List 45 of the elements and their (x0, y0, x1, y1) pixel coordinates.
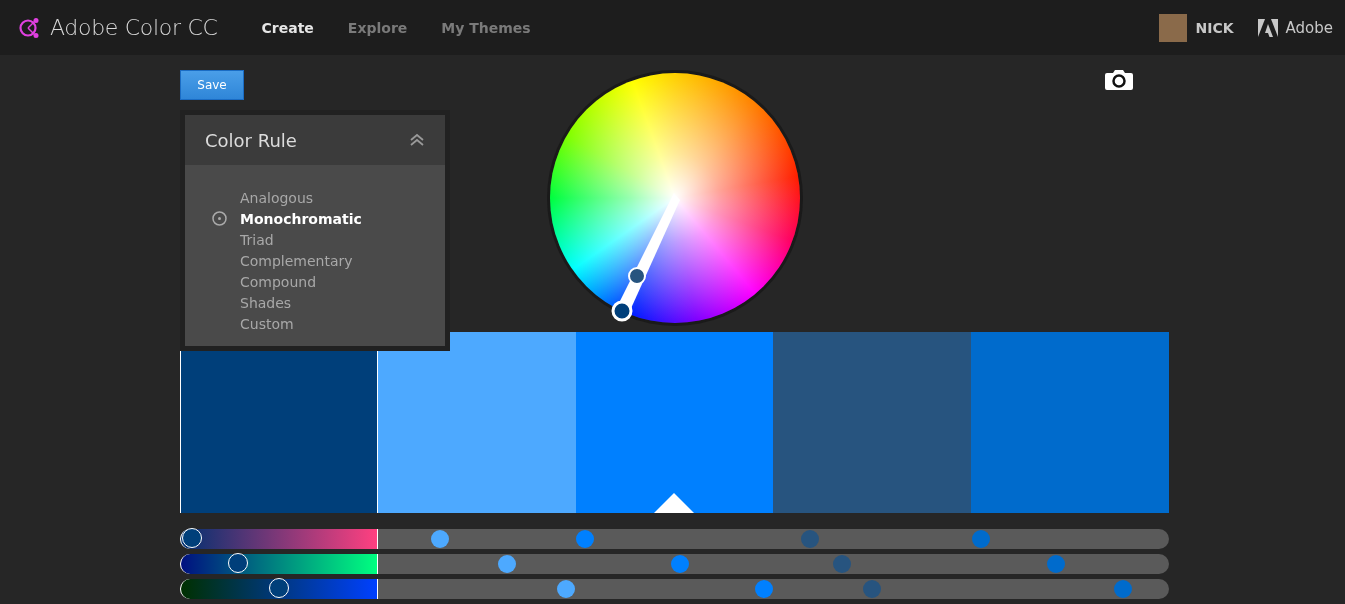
color-dot[interactable] (431, 530, 450, 548)
rule-option[interactable]: Compound (185, 271, 445, 292)
slider-thumb[interactable] (227, 553, 248, 573)
rule-option[interactable]: Analogous (185, 187, 445, 208)
color-dot[interactable] (754, 580, 773, 598)
slider-thumb[interactable] (181, 528, 202, 548)
color-dot[interactable] (576, 530, 595, 548)
collapse-icon[interactable] (409, 133, 425, 147)
color-dot[interactable] (556, 580, 575, 598)
color-dot[interactable] (1047, 555, 1066, 573)
nav-tab[interactable]: Create (261, 19, 314, 36)
logo-icon (18, 16, 40, 39)
color-dot[interactable] (972, 530, 991, 548)
save-button[interactable]: Save (180, 70, 244, 100)
nav-tab[interactable]: My Themes (441, 19, 531, 36)
color-dot[interactable] (863, 580, 882, 598)
color-dot[interactable] (801, 530, 819, 548)
avatar-photo-placeholder[interactable] (1159, 13, 1188, 42)
camera-icon[interactable] (1105, 70, 1133, 90)
gradient-slider[interactable] (180, 554, 378, 574)
gradient-slider[interactable] (180, 579, 378, 599)
app-title: Adobe Color CC (50, 15, 218, 40)
color-swatch[interactable] (773, 332, 972, 513)
color-swatch[interactable] (575, 332, 774, 513)
nav-tab[interactable]: Explore (347, 19, 408, 36)
brand-logo-icon (1257, 18, 1278, 37)
radio-icon[interactable] (212, 211, 227, 226)
base-color-marker-icon (654, 493, 695, 513)
user-name[interactable]: NICK (1195, 19, 1234, 36)
rule-option[interactable]: Custom (185, 313, 445, 334)
color-dot[interactable] (832, 555, 851, 573)
rule-option[interactable]: Monochromatic (185, 208, 445, 229)
rule-option[interactable]: Complementary (185, 250, 445, 271)
brand-link[interactable]: Adobe (1285, 18, 1333, 37)
slider-thumb[interactable] (268, 578, 289, 598)
rule-option[interactable]: Shades (185, 292, 445, 313)
color-swatch[interactable] (377, 332, 576, 513)
color-swatch[interactable] (971, 332, 1169, 513)
panel-title: Color Rule (205, 129, 297, 151)
color-dot[interactable] (671, 555, 690, 573)
color-dot[interactable] (498, 555, 517, 573)
gradient-slider[interactable] (180, 529, 378, 549)
color-dot[interactable] (1113, 580, 1132, 598)
wheel-pointer-handle[interactable] (611, 193, 680, 322)
rule-option[interactable]: Triad (185, 229, 445, 250)
